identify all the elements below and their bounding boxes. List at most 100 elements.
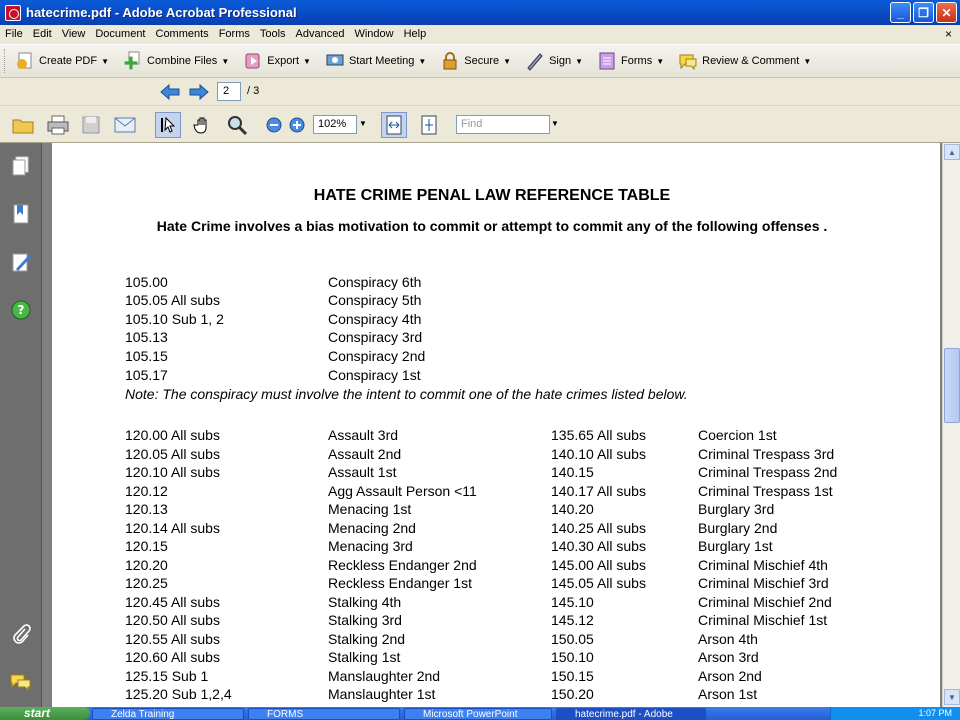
toolbar-grip[interactable] [4,49,7,73]
chevron-down-icon: ▼ [418,56,427,66]
meeting-icon [326,54,344,66]
start-meeting-button[interactable]: Start Meeting ▼ [325,48,426,74]
right-table-offense: Arson 3rd [698,649,759,665]
print-button[interactable] [45,112,71,138]
sign-label: Sign [549,55,572,67]
floppy-disk-icon [82,116,100,134]
pages-icon[interactable] [10,155,32,177]
open-button[interactable] [10,112,36,138]
bookmarks-icon[interactable] [10,203,32,225]
menu-edit[interactable]: Edit [28,28,57,40]
select-tool-button[interactable] [155,112,181,138]
taskbar-button-folder[interactable]: FORMS [248,708,400,720]
conspiracy-offense: Conspiracy 6th [328,274,422,290]
export-button[interactable]: Export ▼ [243,48,311,74]
chevron-down-icon: ▼ [303,56,311,66]
lock-icon [443,52,457,70]
previous-page-icon[interactable] [160,83,180,101]
menu-tools[interactable]: Tools [255,28,291,40]
left-table-offense: Menacing 3rd [328,538,413,554]
zoom-dropdown-icon[interactable]: ▼ [359,119,367,128]
menu-forms[interactable]: Forms [214,28,255,40]
page-number-input[interactable]: 2 [217,82,241,101]
comments-icon[interactable] [10,671,32,693]
left-table-code: 120.20 [125,557,168,573]
scroll-up-button[interactable]: ▲ [944,144,960,160]
taskbar-button-acrobat[interactable]: hatecrime.pdf - Adobe [556,708,706,720]
menu-window[interactable]: Window [349,28,398,40]
menu-advanced[interactable]: Advanced [291,28,350,40]
zoom-tool-button[interactable] [224,112,250,138]
right-table-code: 135.65 All subs [551,427,646,443]
review-comment-button[interactable]: Review & Comment ▼ [678,48,811,74]
scroll-down-button[interactable]: ▼ [944,689,960,705]
zoom-out-icon [266,117,282,133]
left-table-code: 120.10 All subs [125,464,220,480]
page-total: / 3 [247,85,260,97]
menu-help[interactable]: Help [399,28,432,40]
left-table-code: 120.55 All subs [125,631,220,647]
taskbar-button-folder[interactable]: Zelda Training [92,708,244,720]
left-table-code: 125.15 Sub 1 [125,668,209,684]
right-table-code: 140.25 All subs [551,520,646,536]
zoom-in-button[interactable] [284,112,310,138]
conspiracy-offense: Conspiracy 4th [328,311,422,327]
conspiracy-code: 105.00 [125,274,168,290]
vertical-scrollbar[interactable]: ▲ ▼ [942,143,960,707]
left-table-offense: Manslaughter 2nd [328,668,441,684]
right-table-code: 140.20 [551,501,594,517]
find-dropdown-icon[interactable]: ▼ [551,119,559,128]
zoom-level-input[interactable]: 102% [313,115,357,134]
email-icon [114,117,136,133]
start-button[interactable]: start [0,707,90,720]
left-table-code: 120.14 All subs [125,520,220,536]
create-pdf-button[interactable]: Create PDF ▼ [15,48,109,74]
minimize-button[interactable]: _ [890,2,911,23]
combine-files-button[interactable]: Combine Files ▼ [123,48,229,74]
left-table-offense: Stalking 2nd [328,631,406,647]
menu-view[interactable]: View [57,28,91,40]
scrollbar-thumb[interactable] [944,348,960,423]
right-table-code: 145.12 [551,612,594,628]
right-table-offense: Criminal Mischief 4th [698,557,828,573]
left-table-offense: Assault 2nd [328,446,402,462]
create-pdf-label: Create PDF [39,55,98,67]
sign-button[interactable]: Sign ▼ [525,48,583,74]
forms-button[interactable]: Forms ▼ [597,48,664,74]
fit-width-button[interactable] [381,112,407,138]
email-button[interactable] [112,112,138,138]
document-close-button[interactable]: × [945,27,952,41]
help-icon[interactable]: ? [10,299,32,321]
hand-tool-button[interactable] [190,112,216,138]
find-input[interactable]: Find [456,115,550,134]
left-table-code: 120.13 [125,501,168,517]
secure-button[interactable]: Secure ▼ [440,48,511,74]
document-viewport[interactable]: HATE CRIME PENAL LAW REFERENCE TABLE Hat… [42,143,942,707]
right-table-offense: Criminal Trespass 1st [698,483,833,499]
menu-file[interactable]: File [0,28,28,40]
signatures-icon[interactable] [10,251,32,273]
conspiracy-note: Note: The conspiracy must involve the in… [125,386,688,402]
right-table-code: 145.10 [551,594,594,610]
close-button[interactable]: ✕ [936,2,957,23]
left-table-offense: Assault 1st [328,464,397,480]
magnifier-icon [228,116,248,136]
chevron-down-icon: ▼ [503,56,512,66]
left-table-code: 120.25 [125,575,168,591]
save-button[interactable] [78,112,104,138]
conspiracy-code: 105.17 [125,367,168,383]
pdf-page: HATE CRIME PENAL LAW REFERENCE TABLE Hat… [52,143,940,707]
next-page-icon[interactable] [189,83,209,101]
menu-comments[interactable]: Comments [151,28,214,40]
navigation-toolbar: 2 / 3 [0,78,960,106]
system-tray-clock: 1:07 PM [830,707,960,720]
document-subtitle: Hate Crime involves a bias motivation to… [156,218,828,234]
conspiracy-offense: Conspiracy 1st [328,367,421,383]
taskbar-button-powerpoint[interactable]: Microsoft PowerPoint [404,708,552,720]
restore-button[interactable]: ❐ [913,2,934,23]
forms-label: Forms [621,55,653,67]
fit-page-button[interactable] [416,112,442,138]
attachments-icon[interactable] [10,623,32,645]
right-table-code: 140.30 All subs [551,538,646,554]
menu-document[interactable]: Document [90,28,150,40]
